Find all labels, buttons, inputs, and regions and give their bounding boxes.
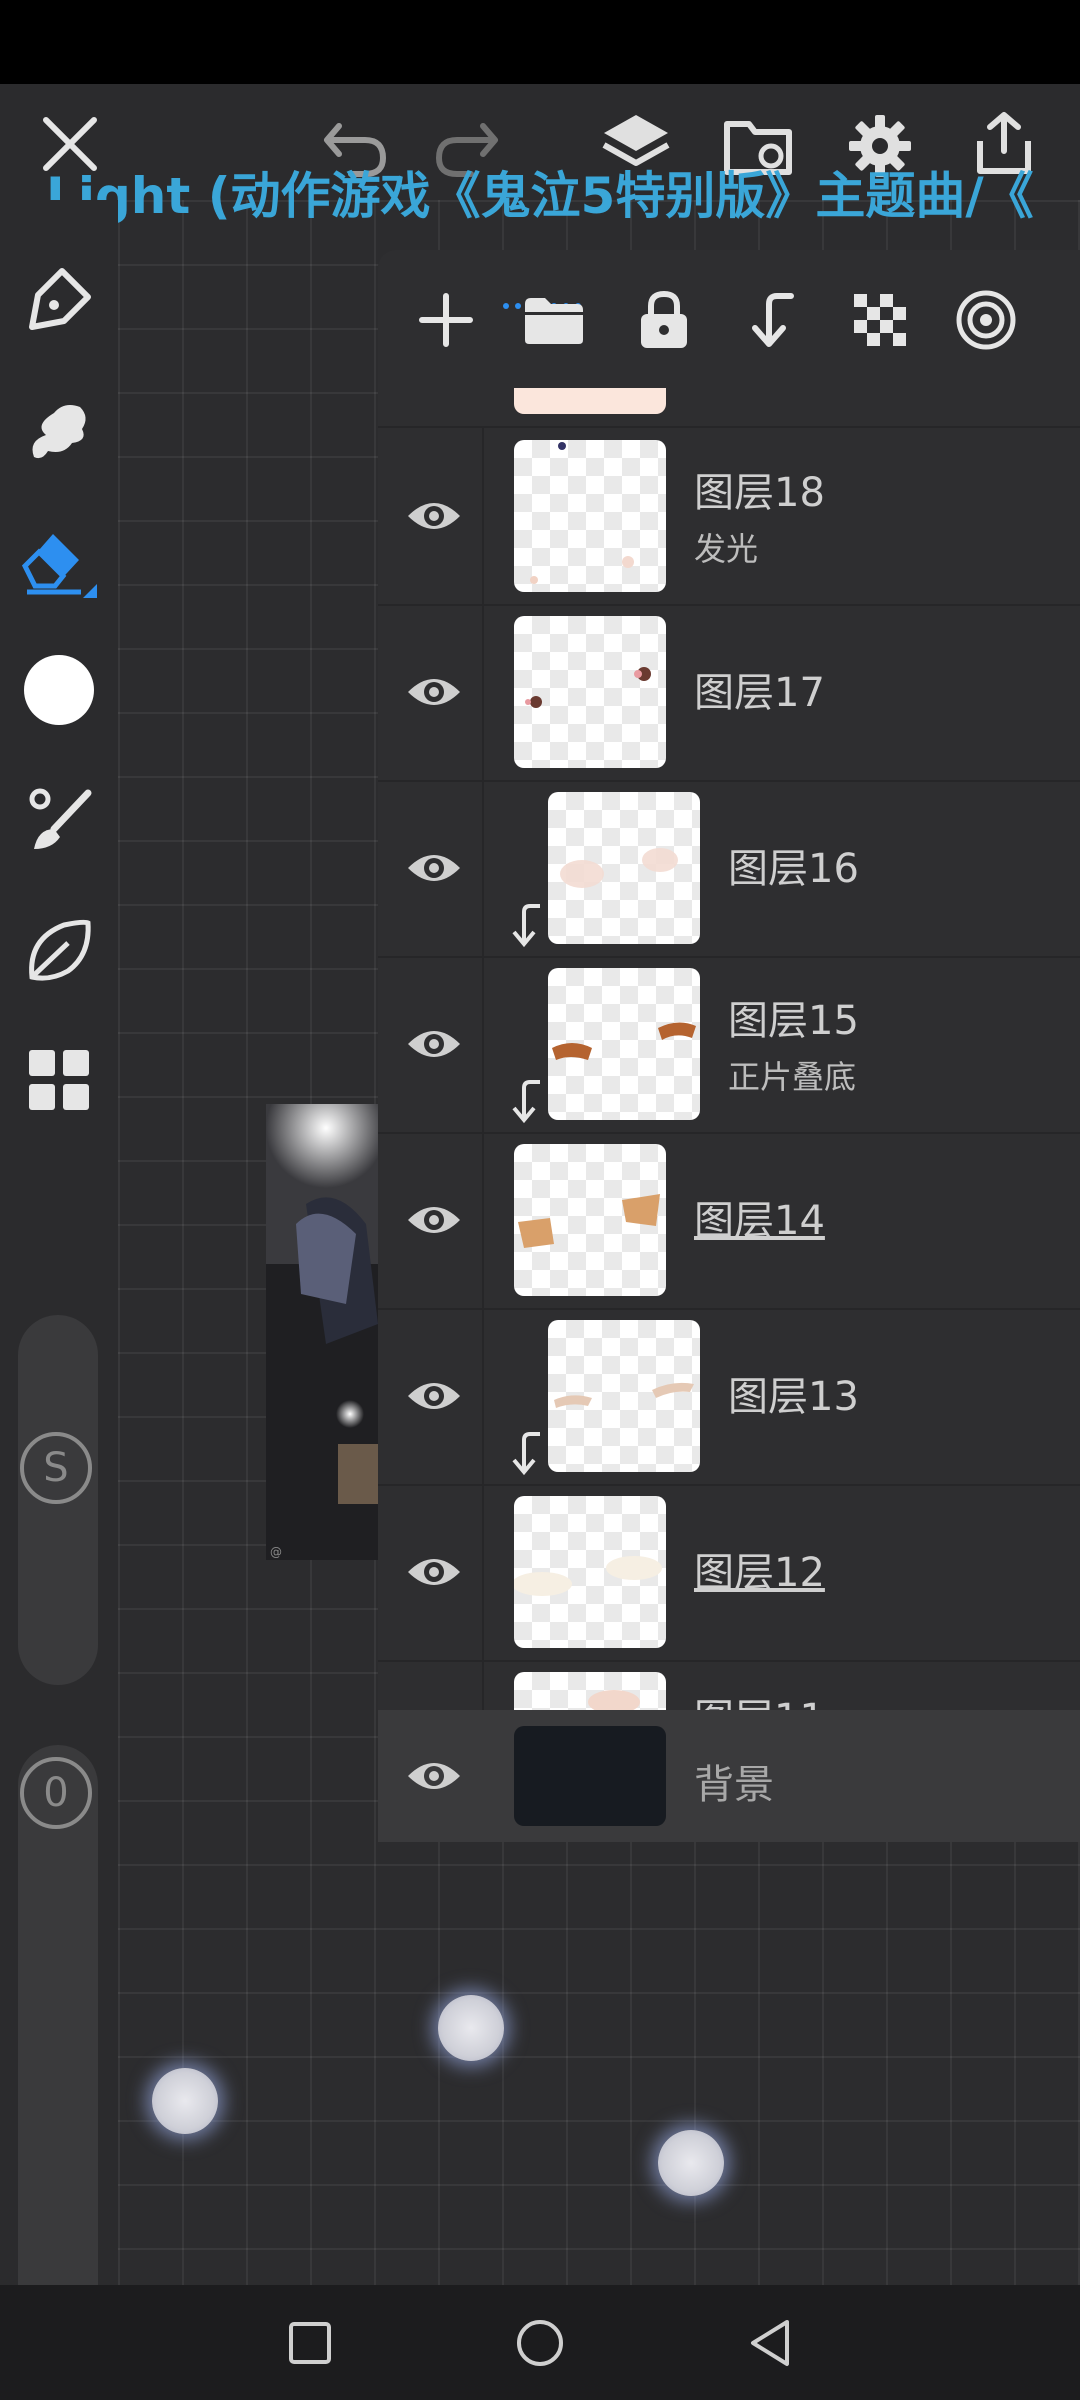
eraser-icon[interactable] [14,515,104,605]
add-layer-icon[interactable] [406,280,486,360]
layer-name: 背景 [694,1762,774,1808]
layer-thumbnail [548,1320,700,1472]
layer-row-16[interactable]: 图层16 [378,780,1080,958]
touch-point [438,1995,504,2061]
layer-thumbnail [514,440,666,592]
layer-row-13[interactable]: 图层13 [378,1308,1080,1486]
eye-icon[interactable] [392,1002,476,1086]
blur-icon[interactable] [14,905,104,995]
layer-thumb-partial[interactable] [514,388,666,414]
divider [482,428,484,604]
background-thumbnail [514,1726,666,1826]
layer-name: 图层18 [694,470,825,516]
lock-icon[interactable] [624,280,704,360]
layers-panel: 图层18 发光 图层17 图层16 图层15 正片叠底 图层14 图层13 图层… [378,250,1080,1842]
divider [482,1132,484,1308]
touch-point [152,2068,218,2134]
opacity-slider[interactable] [18,1745,98,2325]
opacity-knob[interactable]: 0 [20,1757,92,1829]
divider [482,780,484,956]
layer-blend-mode: 正片叠底 [728,1058,857,1096]
brush-size-knob[interactable]: S [20,1432,92,1504]
layer-thumbnail [514,616,666,768]
background-layer-row[interactable]: 背景 [378,1710,1080,1842]
layer-thumbnail [514,1496,666,1648]
eye-icon[interactable] [392,1178,476,1262]
layer-row-12[interactable]: 图层12 [378,1484,1080,1662]
clip-indicator-icon [510,1078,544,1126]
layer-name: 图层12 [694,1550,825,1596]
layer-name: 图层15 [728,998,859,1044]
clip-indicator-icon [510,902,544,950]
layer-name: 图层14 [694,1198,825,1244]
back-icon[interactable] [730,2303,810,2383]
layer-blend-mode: 发光 [694,530,759,568]
layer-row-15[interactable]: 图层15 正片叠底 [378,956,1080,1134]
artwork-canvas-image[interactable]: @ [266,1104,378,1560]
divider [482,1484,484,1660]
status-bar [0,0,1080,84]
layer-row-17[interactable]: 图层17 [378,604,1080,782]
divider [482,956,484,1132]
divider [482,1308,484,1484]
eye-icon[interactable] [392,826,476,910]
layer-thumbnail [548,968,700,1120]
floating-lyrics-text: Light (动作游戏《鬼泣5特别版》主题曲/《 [46,167,1034,225]
pen-icon[interactable] [14,255,104,345]
recent-apps-icon[interactable] [270,2303,350,2383]
left-toolbar: S 0 [0,200,118,2325]
layer-name: 图层16 [728,846,859,892]
layer-name: 图层13 [728,1374,859,1420]
eye-icon[interactable] [392,1734,476,1818]
layer-thumbnail [514,1144,666,1296]
divider [482,604,484,780]
color-swatch-icon[interactable] [14,645,104,735]
navigation-bar [0,2285,1080,2400]
layer-name: 图层17 [694,670,825,716]
layer-row-14[interactable]: 图层14 [378,1132,1080,1310]
eye-icon[interactable] [392,650,476,734]
home-icon[interactable] [500,2303,580,2383]
layer-thumbnail [548,792,700,944]
touch-point [658,2130,724,2196]
clip-icon[interactable] [732,280,812,360]
eye-icon[interactable] [392,1354,476,1438]
layer-row-18[interactable]: 图层18 发光 [378,428,1080,606]
folder-icon[interactable] [514,280,594,360]
layer-toolbar [378,250,1080,388]
brush-settings-icon[interactable] [14,775,104,865]
eye-icon[interactable] [392,1530,476,1614]
transparency-icon[interactable] [840,280,920,360]
svg-text:@: @ [270,1545,282,1559]
eye-icon[interactable] [392,474,476,558]
clip-indicator-icon [510,1430,544,1478]
smudge-icon[interactable] [14,385,104,475]
apps-icon[interactable] [14,1035,104,1125]
blend-mode-icon[interactable] [946,280,1026,360]
